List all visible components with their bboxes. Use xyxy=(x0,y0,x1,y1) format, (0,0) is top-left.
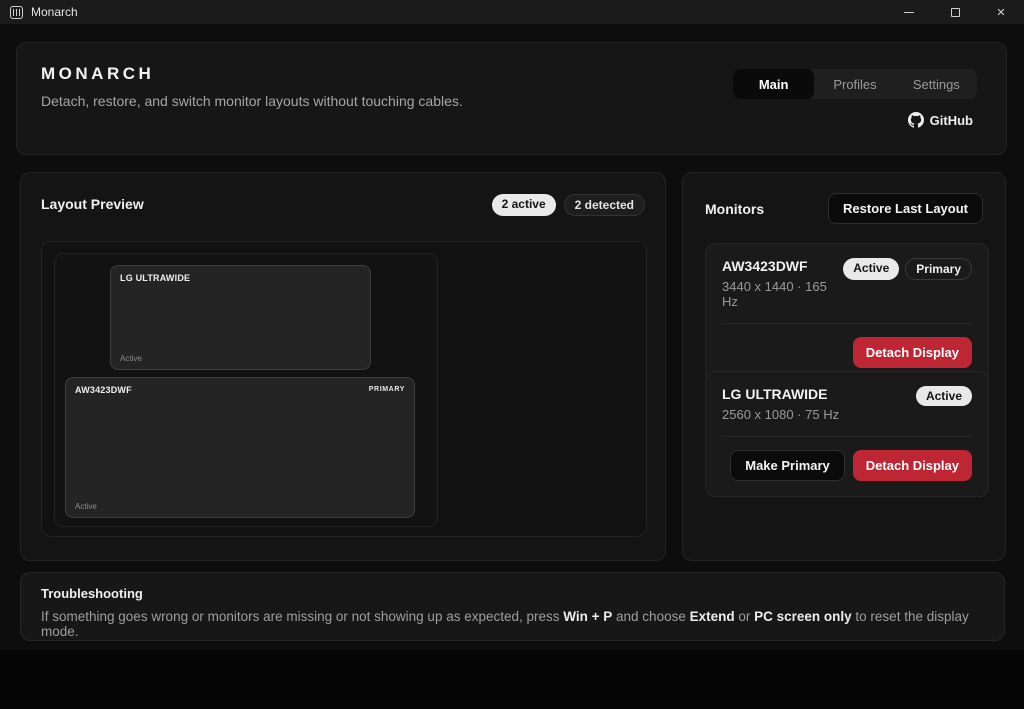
detach-display-button[interactable]: Detach Display xyxy=(852,450,972,481)
layout-preview-panel: Layout Preview 2 active 2 detected LG UL… xyxy=(20,172,666,561)
preview-monitor-status: Active xyxy=(75,502,97,511)
detach-display-button[interactable]: Detach Display xyxy=(852,337,972,368)
preview-monitor-name: AW3423DWF xyxy=(75,385,132,395)
app-icon xyxy=(10,5,23,19)
maximize-button[interactable] xyxy=(932,0,978,24)
github-icon xyxy=(907,112,924,128)
title-bar: Monarch ✕ xyxy=(0,0,1024,24)
app-title: MONARCH xyxy=(41,64,155,83)
monitor-card-aw3423dwf: AW3423DWF 3440 x 1440 · 165 Hz Active Pr… xyxy=(705,243,989,384)
app-subtitle: Detach, restore, and switch monitor layo… xyxy=(41,93,463,109)
tab-profiles[interactable]: Profiles xyxy=(814,69,895,99)
monitor-name: LG ULTRAWIDE xyxy=(722,386,828,402)
layout-preview-canvas: LG ULTRAWIDE Active AW3423DWF PRIMARY Ac… xyxy=(41,241,647,537)
layout-preview-title: Layout Preview xyxy=(41,196,144,212)
monitor-name: AW3423DWF xyxy=(722,258,808,274)
troubleshooting-body: If something goes wrong or monitors are … xyxy=(41,609,969,639)
divider xyxy=(722,436,972,437)
close-button[interactable]: ✕ xyxy=(978,0,1024,24)
maximize-icon xyxy=(950,7,960,17)
github-link[interactable]: GitHub xyxy=(907,112,973,128)
preview-monitor-status: Active xyxy=(120,354,142,363)
virtual-desktop-bounds: LG ULTRAWIDE Active AW3423DWF PRIMARY Ac… xyxy=(54,253,438,527)
active-badge: Active xyxy=(915,386,972,406)
make-primary-button[interactable]: Make Primary xyxy=(730,450,845,481)
monitors-panel: Monitors Restore Last Layout AW3423DWF 3… xyxy=(682,172,1006,561)
monitor-resolution: 2560 x 1080 · 75 Hz xyxy=(722,407,840,422)
preview-monitor-aw3423dwf[interactable]: AW3423DWF PRIMARY Active xyxy=(65,377,415,518)
detected-count-badge: 2 detected xyxy=(563,194,645,216)
active-badge: Active xyxy=(843,258,900,280)
monitor-resolution: 3440 x 1440 · 165 Hz xyxy=(722,279,827,309)
github-label: GitHub xyxy=(929,112,973,128)
tab-settings[interactable]: Settings xyxy=(896,69,977,99)
preview-monitor-name: LG ULTRAWIDE xyxy=(120,273,191,283)
active-count-badge: 2 active xyxy=(491,194,556,216)
divider xyxy=(722,323,972,324)
primary-badge: Primary xyxy=(905,258,972,280)
restore-last-layout-button[interactable]: Restore Last Layout xyxy=(828,193,983,224)
close-icon: ✕ xyxy=(996,6,1006,19)
main-tab-bar: Main Profiles Settings xyxy=(733,69,977,99)
preview-monitor-lg-ultrawide[interactable]: LG ULTRAWIDE Active xyxy=(110,265,371,370)
troubleshooting-title: Troubleshooting xyxy=(41,586,143,601)
minimize-icon xyxy=(904,11,914,13)
window-title: Monarch xyxy=(31,5,78,19)
monitor-card-lg-ultrawide: LG ULTRAWIDE 2560 x 1080 · 75 Hz Active … xyxy=(705,371,989,497)
troubleshooting-panel: Troubleshooting If something goes wrong … xyxy=(20,572,1005,641)
app-window: Monarch ✕ MONARCH Detach, restore, and s… xyxy=(0,0,1024,709)
header-card: MONARCH Detach, restore, and switch moni… xyxy=(16,42,1007,155)
preview-primary-label: PRIMARY xyxy=(368,386,405,393)
minimize-button[interactable] xyxy=(886,0,932,24)
footer-area xyxy=(0,650,1024,709)
tab-main[interactable]: Main xyxy=(733,69,815,99)
monitors-title: Monitors xyxy=(705,200,765,217)
